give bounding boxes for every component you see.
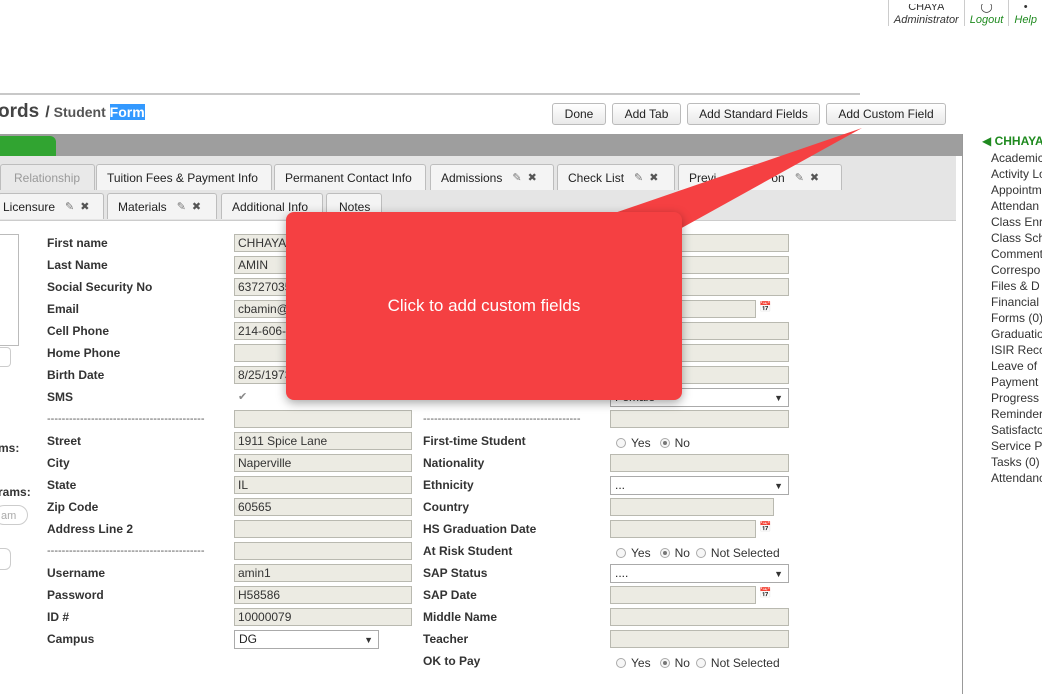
callout-tooltip: Click to add custom fields <box>286 212 682 400</box>
callout-text: Click to add custom fields <box>387 296 581 315</box>
